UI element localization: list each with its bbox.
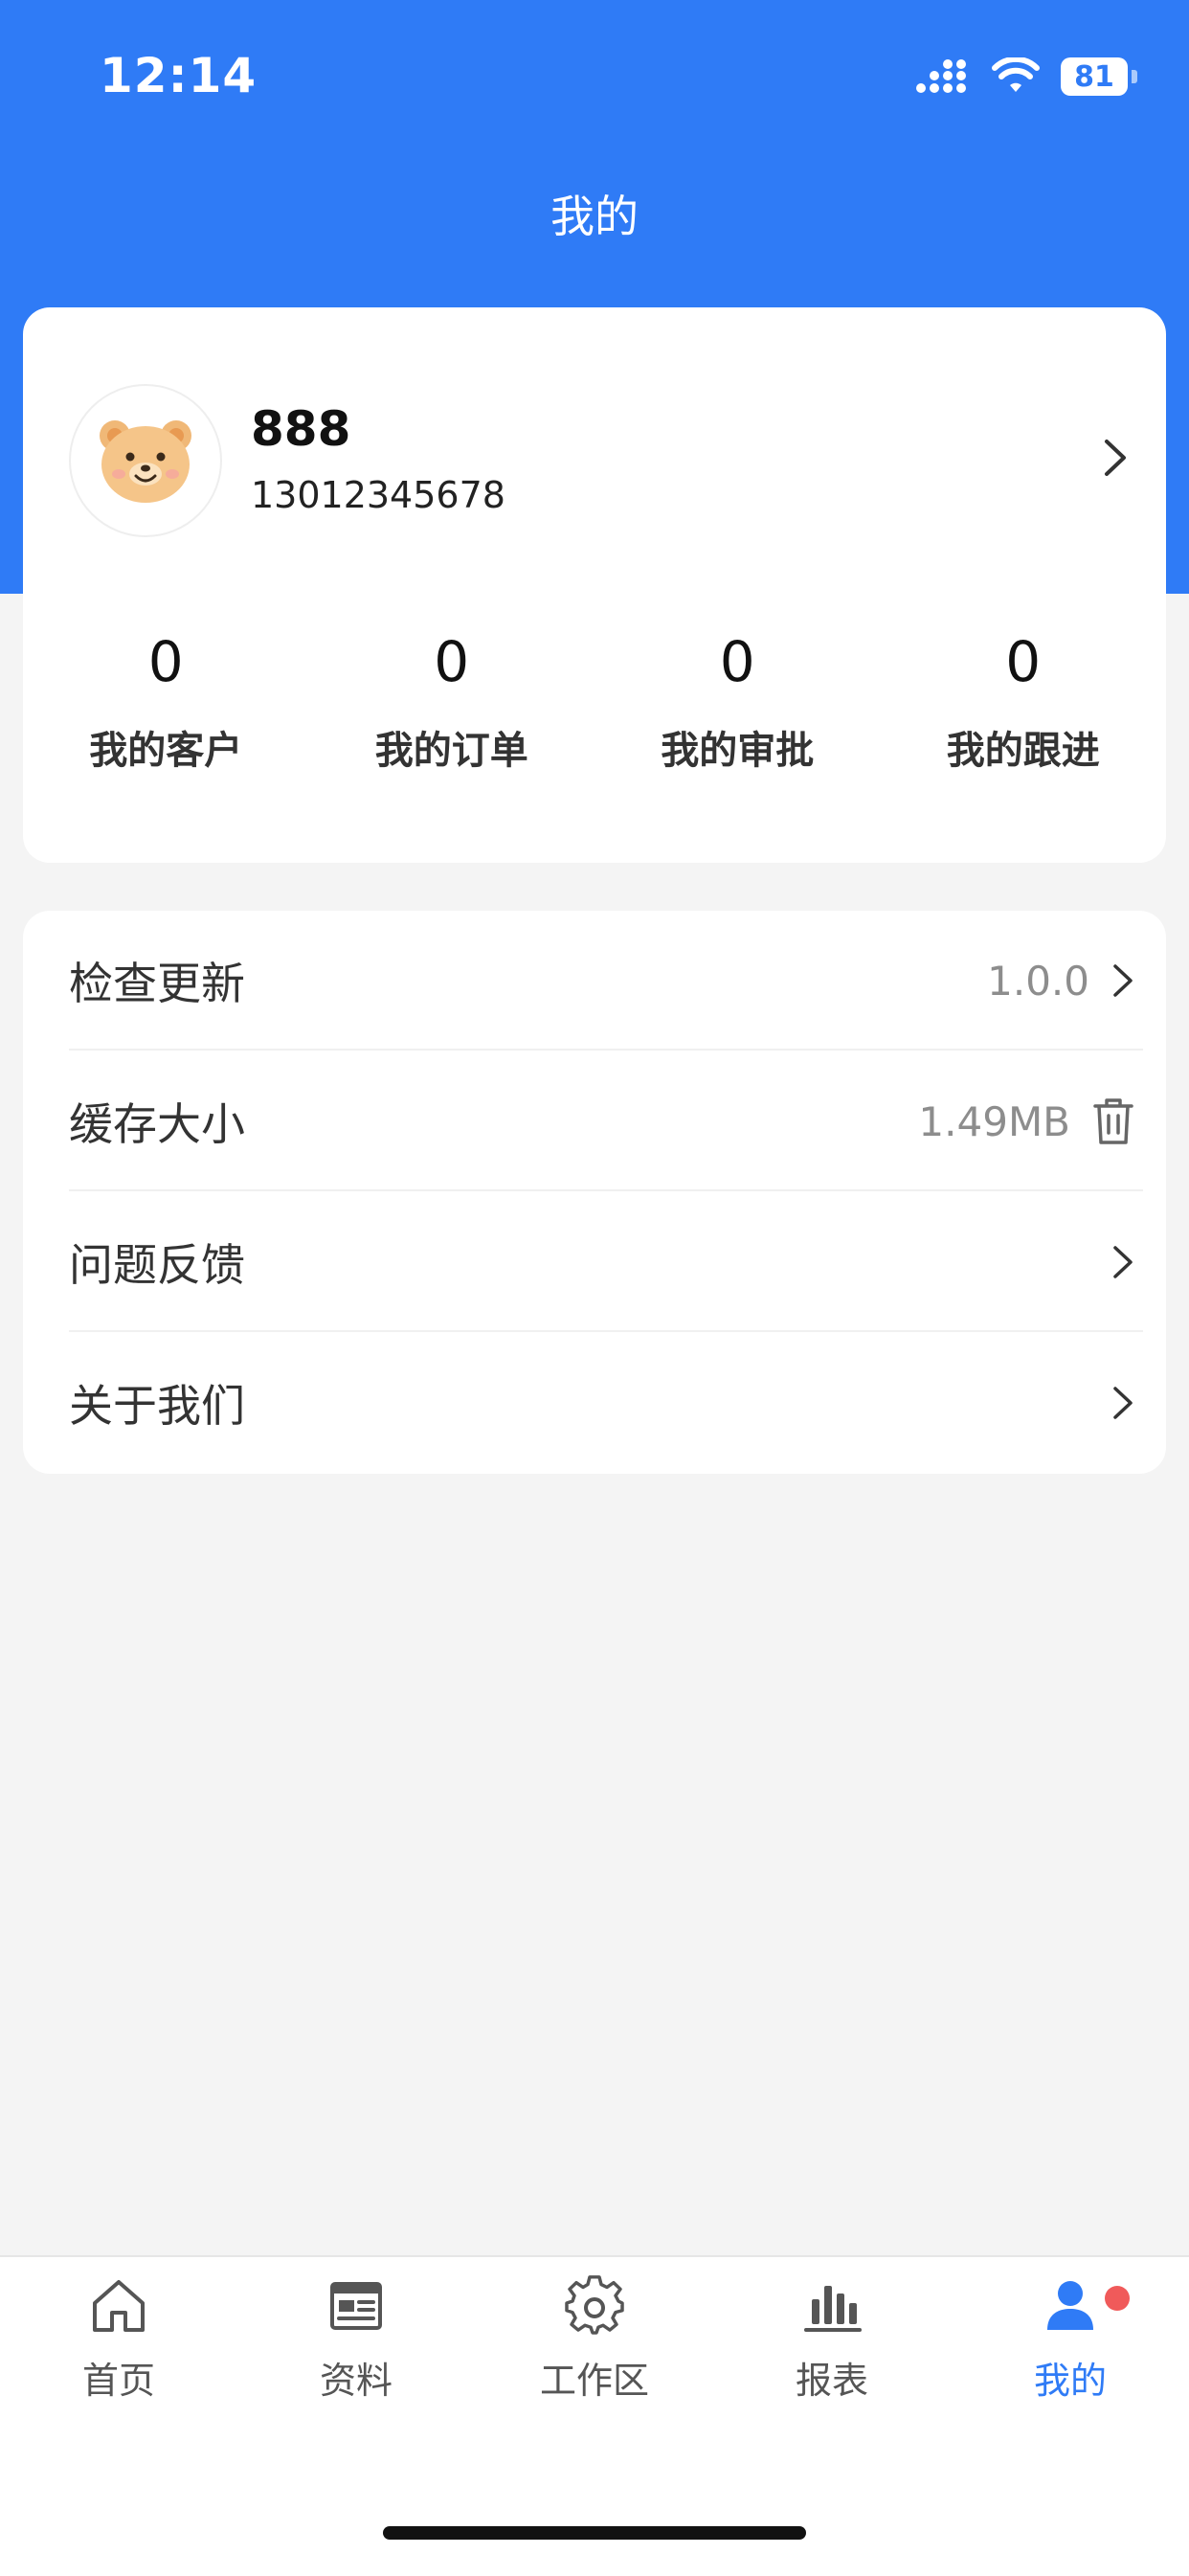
user-phone: 13012345678 — [251, 474, 505, 516]
stat-value: 0 — [719, 629, 755, 694]
status-bar: 12:14 81 — [0, 0, 1189, 153]
stat-my-orders[interactable]: 0 我的订单 — [309, 633, 595, 786]
stats-row: 0 我的客户 0 我的订单 0 我的审批 0 我的跟进 — [23, 633, 1166, 786]
stat-value: 0 — [147, 629, 184, 694]
tab-materials[interactable]: 资料 — [237, 2274, 475, 2428]
stat-my-followups[interactable]: 0 我的跟进 — [881, 633, 1167, 786]
cache-size-value: 1.49MB — [918, 1097, 1070, 1145]
setting-check-update[interactable]: 检查更新 1.0.0 — [69, 911, 1143, 1051]
tab-home[interactable]: 首页 — [0, 2274, 237, 2428]
settings-card: 检查更新 1.0.0 缓存大小 1.49MB 问题反馈 关于我们 — [23, 911, 1166, 1474]
app-version: 1.0.0 — [987, 957, 1089, 1005]
setting-label: 检查更新 — [69, 958, 245, 1009]
profile-card: 888 13012345678 0 我的客户 0 我的订单 0 我的审批 0 我… — [23, 307, 1166, 863]
status-icons: 81 — [915, 52, 1137, 102]
stat-label: 我的订单 — [374, 729, 528, 773]
cellular-signal-icon — [916, 59, 966, 93]
battery-icon: 81 — [1061, 57, 1137, 96]
tab-label: 报表 — [795, 2360, 868, 2402]
tab-workspace[interactable]: 工作区 — [476, 2274, 713, 2428]
profile-row[interactable]: 888 13012345678 — [23, 307, 1166, 595]
chevron-right-icon — [1113, 964, 1133, 997]
user-icon — [1047, 2281, 1093, 2330]
chevron-right-icon — [1105, 440, 1126, 476]
stat-value: 0 — [1005, 629, 1042, 694]
setting-about-us[interactable]: 关于我们 — [69, 1333, 1143, 1473]
trash-icon[interactable] — [1091, 1096, 1135, 1146]
user-name: 888 — [251, 401, 351, 457]
bear-avatar-icon — [100, 420, 191, 503]
stat-label: 我的审批 — [661, 729, 815, 773]
chevron-right-icon — [1113, 1246, 1133, 1278]
setting-cache-size: 缓存大小 1.49MB — [69, 1051, 1143, 1191]
battery-level: 81 — [1074, 59, 1114, 94]
home-icon — [93, 2280, 145, 2332]
wifi-icon — [992, 57, 1040, 92]
bar-chart-icon — [804, 2286, 862, 2332]
status-time: 12:14 — [100, 48, 258, 103]
setting-label: 缓存大小 — [69, 1098, 245, 1150]
tab-reports[interactable]: 报表 — [713, 2274, 951, 2428]
stat-my-approvals[interactable]: 0 我的审批 — [594, 633, 881, 786]
chevron-right-icon — [1113, 1387, 1133, 1419]
page-title: 我的 — [550, 191, 639, 242]
home-indicator — [383, 2526, 806, 2540]
setting-label: 问题反馈 — [69, 1239, 245, 1291]
tab-label: 首页 — [81, 2360, 155, 2402]
tab-label: 工作区 — [539, 2360, 649, 2402]
tab-label: 资料 — [319, 2360, 393, 2402]
battery-nub — [1132, 70, 1137, 83]
document-icon — [330, 2282, 382, 2330]
stat-value: 0 — [434, 629, 470, 694]
gear-icon — [565, 2275, 624, 2335]
stat-label: 我的客户 — [89, 729, 243, 773]
setting-label: 关于我们 — [69, 1380, 245, 1432]
notification-badge — [1105, 2286, 1130, 2311]
stat-label: 我的跟进 — [946, 729, 1100, 773]
setting-feedback[interactable]: 问题反馈 — [69, 1192, 1143, 1332]
avatar — [69, 384, 222, 537]
tab-mine[interactable]: 我的 — [952, 2274, 1189, 2428]
stat-my-customers[interactable]: 0 我的客户 — [23, 633, 309, 786]
tab-label: 我的 — [1033, 2360, 1107, 2402]
